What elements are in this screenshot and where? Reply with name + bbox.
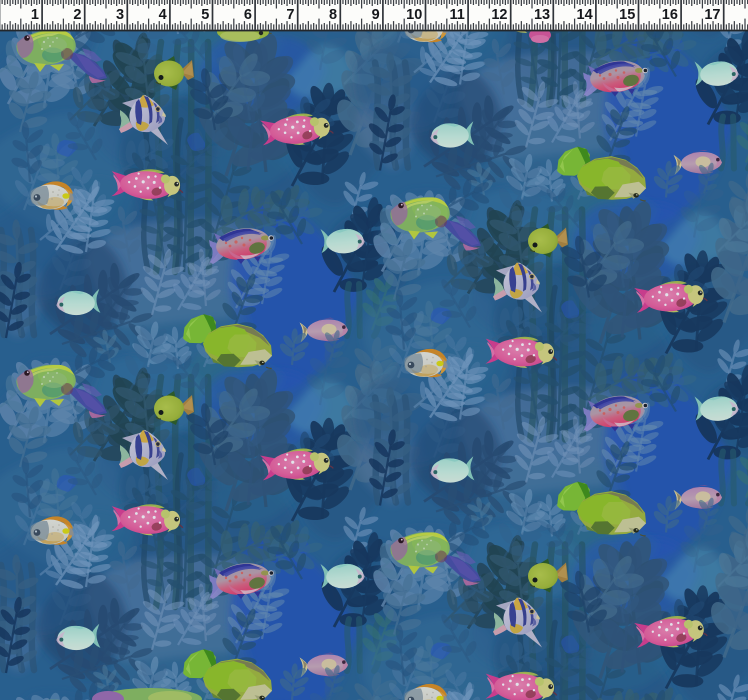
svg-text:7: 7 xyxy=(286,7,294,23)
svg-text:2: 2 xyxy=(73,7,81,23)
svg-text:17: 17 xyxy=(704,7,720,23)
svg-text:4: 4 xyxy=(159,7,167,23)
svg-text:5: 5 xyxy=(201,7,209,23)
svg-text:8: 8 xyxy=(329,7,337,23)
svg-text:3: 3 xyxy=(116,7,124,23)
svg-text:16: 16 xyxy=(662,7,678,23)
svg-text:12: 12 xyxy=(491,7,507,23)
svg-text:15: 15 xyxy=(619,7,635,23)
svg-text:11: 11 xyxy=(450,7,465,23)
svg-text:6: 6 xyxy=(244,7,252,23)
svg-text:10: 10 xyxy=(406,7,422,23)
svg-text:13: 13 xyxy=(534,7,550,23)
svg-text:9: 9 xyxy=(372,7,380,23)
svg-text:14: 14 xyxy=(577,7,593,23)
svg-text:1: 1 xyxy=(31,7,39,23)
